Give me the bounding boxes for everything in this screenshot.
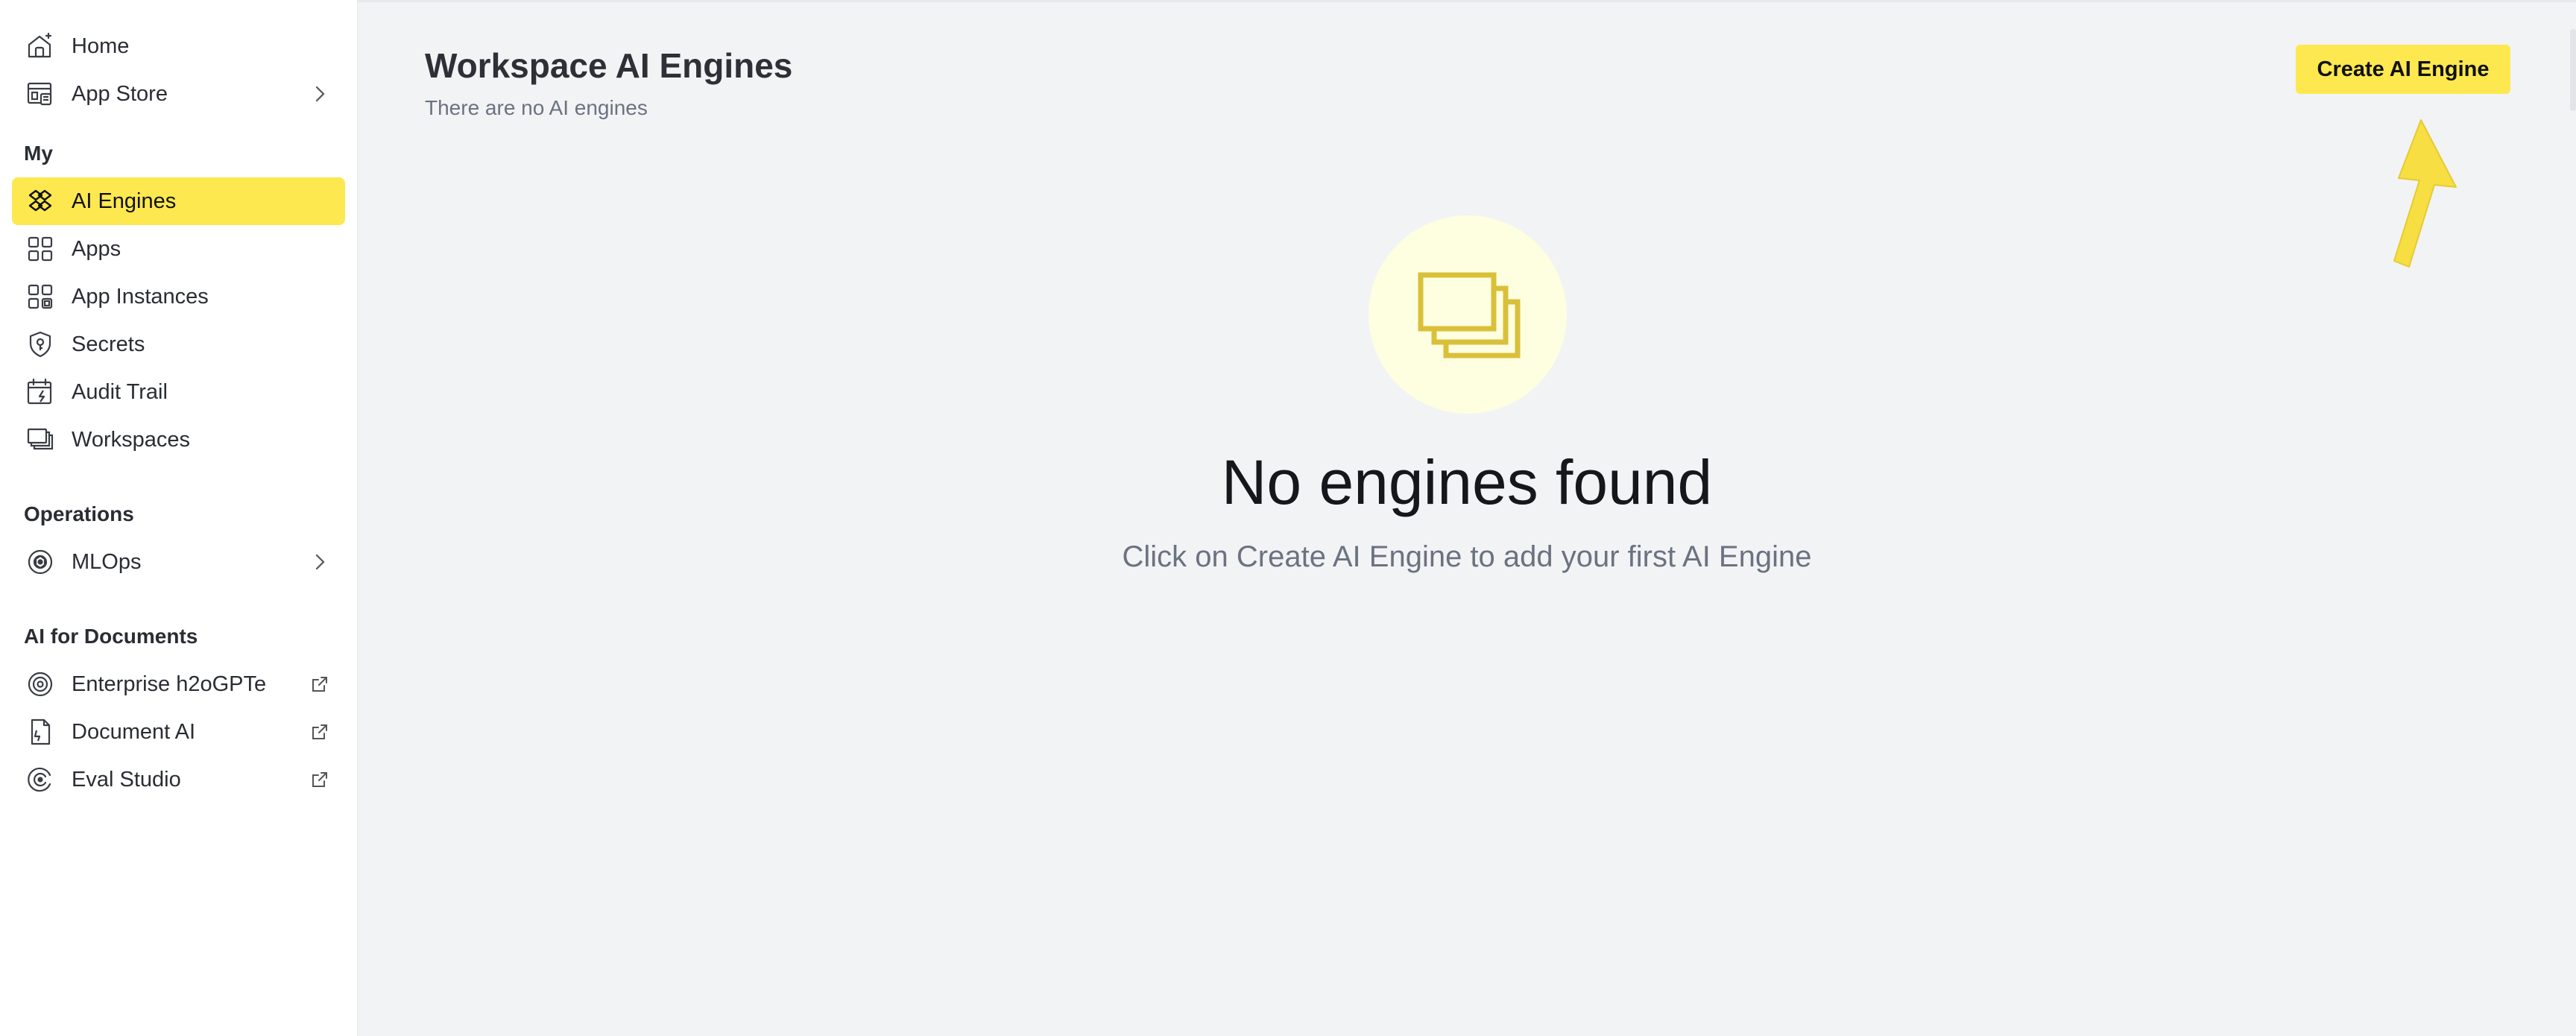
external-link-icon <box>309 769 330 790</box>
sidebar-item-label: App Instances <box>72 284 209 309</box>
workspaces-icon <box>24 423 57 456</box>
sidebar-item-enterprise-h2ogpte[interactable]: Enterprise h2oGPTe <box>12 660 345 708</box>
app-store-icon <box>24 78 57 110</box>
section-title-ai-for-documents: AI for Documents <box>24 625 198 648</box>
main-content: Workspace AI Engines There are no AI eng… <box>358 0 2576 1036</box>
audit-trail-icon <box>24 376 57 408</box>
sidebar-item-label: Document AI <box>72 719 196 744</box>
apps-icon <box>24 233 57 265</box>
page-title: Workspace AI Engines <box>425 46 793 85</box>
sidebar-item-home[interactable]: Home <box>12 22 345 70</box>
sidebar-item-secrets[interactable]: Secrets <box>12 320 345 368</box>
ai-engines-icon <box>24 185 57 218</box>
sidebar-item-label: MLOps <box>72 549 142 574</box>
sidebar-item-label: Audit Trail <box>72 379 168 404</box>
page-subtitle: There are no AI engines <box>425 96 648 119</box>
arrow-pointer-icon <box>2393 119 2457 268</box>
sidebar-item-apps[interactable]: Apps <box>12 225 345 273</box>
document-ai-icon <box>24 716 57 748</box>
stacked-windows-icon <box>1418 272 1521 359</box>
external-link-icon <box>309 674 330 695</box>
chevron-right-icon <box>309 83 330 104</box>
app-root: Home App Store My AI Engines Apps App In… <box>0 0 2576 1036</box>
mlops-icon <box>24 546 57 578</box>
sidebar: Home App Store My AI Engines Apps App In… <box>0 0 358 1036</box>
secrets-icon <box>24 328 57 361</box>
section-title-operations: Operations <box>24 502 134 525</box>
section-title-my: My <box>24 142 53 165</box>
sidebar-item-label: AI Engines <box>72 189 177 213</box>
app-instances-icon <box>24 280 57 313</box>
scrollbar[interactable] <box>2570 29 2576 111</box>
eval-studio-icon <box>24 763 57 796</box>
empty-state-title: No engines found <box>1221 447 1713 517</box>
sidebar-item-workspaces[interactable]: Workspaces <box>12 416 345 464</box>
create-ai-engine-button[interactable]: Create AI Engine <box>2296 45 2510 94</box>
sidebar-item-label: Secrets <box>72 332 145 356</box>
chevron-right-icon <box>309 552 330 572</box>
sidebar-item-ai-engines[interactable]: AI Engines <box>12 177 345 225</box>
sidebar-item-mlops[interactable]: MLOps <box>12 538 345 586</box>
external-link-icon <box>309 721 330 742</box>
sidebar-item-document-ai[interactable]: Document AI <box>12 708 345 756</box>
sidebar-item-label: Enterprise h2oGPTe <box>72 672 267 696</box>
sidebar-item-label: Home <box>72 34 130 58</box>
empty-state-illustration <box>1368 215 1567 414</box>
sidebar-item-eval-studio[interactable]: Eval Studio <box>12 756 345 803</box>
sidebar-item-app-store[interactable]: App Store <box>12 70 345 118</box>
sidebar-item-label: Apps <box>72 236 121 261</box>
sidebar-item-label: App Store <box>72 81 168 106</box>
sidebar-item-audit-trail[interactable]: Audit Trail <box>12 368 345 416</box>
empty-state-message: Click on Create AI Engine to add your fi… <box>1122 540 1812 573</box>
h2ogpte-icon <box>24 668 57 701</box>
sidebar-item-label: Eval Studio <box>72 767 181 792</box>
sidebar-item-label: Workspaces <box>72 427 191 452</box>
sidebar-item-app-instances[interactable]: App Instances <box>12 273 345 320</box>
home-icon <box>24 30 57 63</box>
